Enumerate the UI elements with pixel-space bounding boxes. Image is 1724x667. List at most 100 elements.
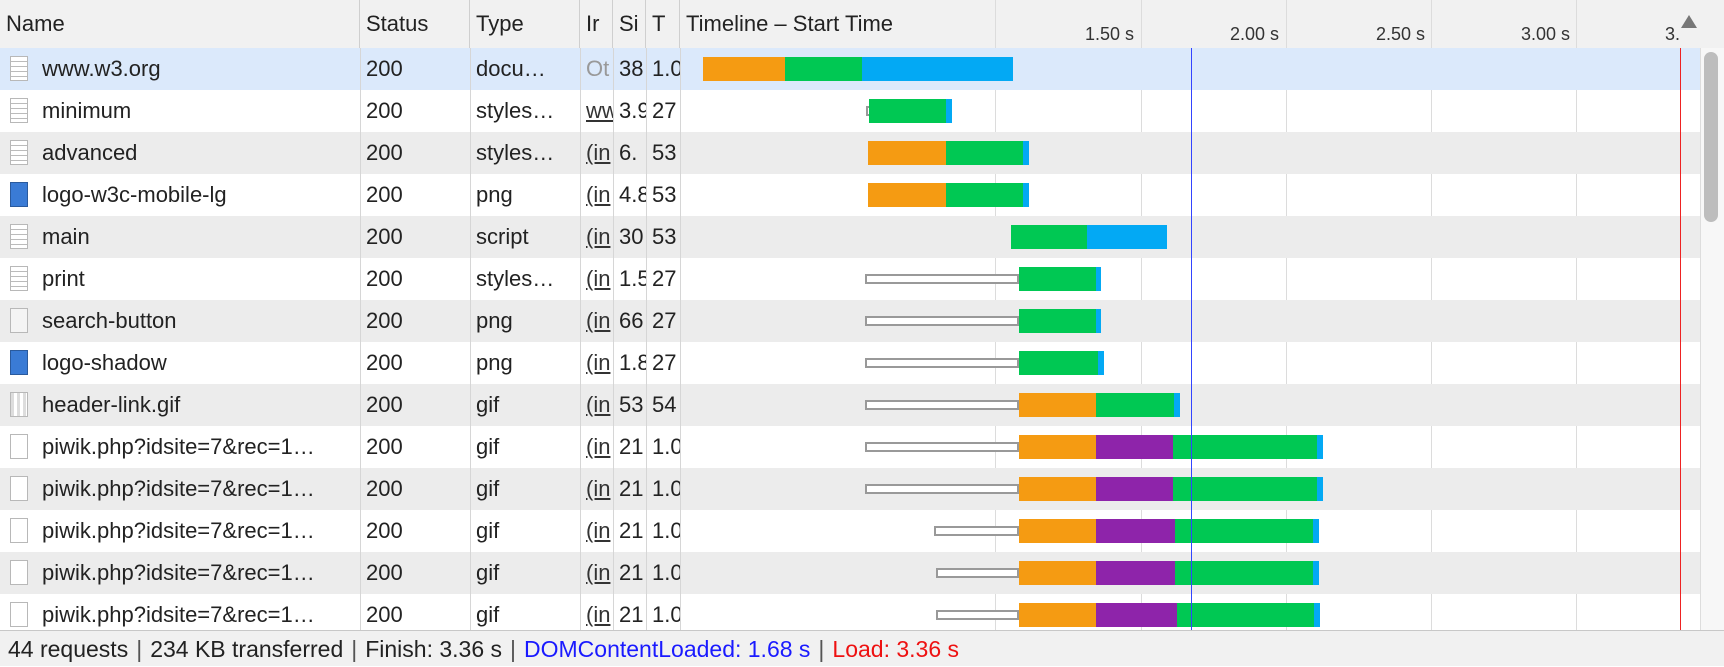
timeline-bar-wait[interactable] bbox=[865, 274, 1019, 284]
request-row[interactable]: main 200 script (in 30 53 bbox=[0, 216, 1700, 258]
request-initiator[interactable]: (in bbox=[580, 300, 613, 342]
scrollbar-thumb[interactable] bbox=[1704, 52, 1718, 222]
timeline-bar-download[interactable] bbox=[946, 99, 952, 123]
timeline-bar-waiting[interactable] bbox=[785, 57, 862, 81]
timeline-bar-connect[interactable] bbox=[1019, 477, 1096, 501]
column-header-size[interactable]: Si bbox=[613, 0, 646, 48]
timeline-bar-waiting[interactable] bbox=[1175, 561, 1313, 585]
request-row[interactable]: piwik.php?idsite=7&rec=1… 200 gif (in 21 1.0 bbox=[0, 594, 1700, 630]
request-row[interactable]: www.w3.org 200 docu… Ot 38 1.0 bbox=[0, 48, 1700, 90]
timeline-bar-waiting[interactable] bbox=[1011, 225, 1087, 249]
request-row[interactable]: piwik.php?idsite=7&rec=1… 200 gif (in 21 1.0 bbox=[0, 510, 1700, 552]
request-row[interactable]: print 200 styles… (in 1.5 27 bbox=[0, 258, 1700, 300]
timeline-bar-dns[interactable] bbox=[1096, 603, 1177, 627]
request-type: gif bbox=[476, 518, 500, 543]
column-divider bbox=[613, 48, 614, 630]
timeline-bar-download[interactable] bbox=[1317, 477, 1323, 501]
timeline-bar-wait[interactable] bbox=[865, 358, 1019, 368]
timeline-tick-label: 2.00 s bbox=[1230, 24, 1280, 44]
timeline-bar-waiting[interactable] bbox=[1177, 603, 1314, 627]
request-list: www.w3.org 200 docu… Ot 38 1.0 minimum 200 style… bbox=[0, 48, 1700, 630]
request-name: minimum bbox=[42, 98, 132, 123]
request-row[interactable]: piwik.php?idsite=7&rec=1… 200 gif (in 21 1.0 bbox=[0, 426, 1700, 468]
timeline-bar-dns[interactable] bbox=[1096, 561, 1175, 585]
column-divider bbox=[580, 48, 581, 630]
timeline-bar-download[interactable] bbox=[1023, 183, 1029, 207]
request-initiator[interactable]: (in bbox=[580, 216, 613, 258]
timeline-bar-wait[interactable] bbox=[865, 316, 1019, 326]
request-initiator[interactable]: (in bbox=[580, 258, 613, 300]
request-row[interactable]: logo-w3c-mobile-lg 200 png (in 4.8 53 bbox=[0, 174, 1700, 216]
timeline-bar-connect[interactable] bbox=[1019, 519, 1096, 543]
timeline-bar-download[interactable] bbox=[1098, 351, 1104, 375]
column-header-time[interactable]: T bbox=[646, 0, 680, 48]
request-row[interactable]: piwik.php?idsite=7&rec=1… 200 gif (in 21 1.0 bbox=[0, 552, 1700, 594]
timeline-bar-connect[interactable] bbox=[1019, 393, 1096, 417]
load-marker-line bbox=[1680, 48, 1681, 630]
request-initiator[interactable]: (in bbox=[580, 510, 613, 552]
timeline-bar-connect[interactable] bbox=[1019, 561, 1096, 585]
timeline-bar-download[interactable] bbox=[1174, 393, 1180, 417]
request-initiator[interactable]: (in bbox=[580, 342, 613, 384]
timeline-tick-label: 3. bbox=[1665, 24, 1681, 44]
timeline-bar-download[interactable] bbox=[1096, 309, 1101, 333]
timeline-bar-connect[interactable] bbox=[868, 183, 946, 207]
timeline-bar-connect[interactable] bbox=[1019, 435, 1096, 459]
timeline-bar-download[interactable] bbox=[862, 57, 1013, 81]
request-initiator[interactable]: (in bbox=[580, 426, 613, 468]
timeline-bar-download[interactable] bbox=[1313, 561, 1319, 585]
timeline-bar-download[interactable] bbox=[1096, 267, 1101, 291]
timeline-bar-download[interactable] bbox=[1313, 519, 1319, 543]
column-header-type[interactable]: Type bbox=[470, 0, 580, 48]
request-initiator[interactable]: (in bbox=[580, 552, 613, 594]
timeline-bar-wait[interactable] bbox=[865, 484, 1019, 494]
timeline-bar-wait[interactable] bbox=[936, 610, 1019, 620]
request-row[interactable]: minimum 200 styles… ww 3.9 27 bbox=[0, 90, 1700, 132]
timeline-bar-waiting[interactable] bbox=[1173, 435, 1317, 459]
column-header-name[interactable]: Name bbox=[0, 0, 360, 48]
request-initiator[interactable]: (in bbox=[580, 132, 613, 174]
timeline-bar-dns[interactable] bbox=[1096, 477, 1173, 501]
request-type: gif bbox=[476, 476, 500, 501]
request-initiator[interactable]: Ot bbox=[580, 48, 613, 90]
timeline-bar-dns[interactable] bbox=[1096, 519, 1175, 543]
request-time: 27 bbox=[652, 266, 677, 291]
timeline-bar-waiting[interactable] bbox=[1019, 351, 1098, 375]
timeline-bar-waiting[interactable] bbox=[1019, 267, 1096, 291]
timeline-bar-waiting[interactable] bbox=[1019, 309, 1096, 333]
request-status: 200 bbox=[366, 98, 403, 123]
request-row[interactable]: search-button 200 png (in 66 27 bbox=[0, 300, 1700, 342]
request-row[interactable]: advanced 200 styles… (in 6. 53 bbox=[0, 132, 1700, 174]
timeline-bar-dns[interactable] bbox=[1096, 435, 1173, 459]
request-row[interactable]: header-link.gif 200 gif (in 53 54 bbox=[0, 384, 1700, 426]
request-initiator[interactable]: (in bbox=[580, 174, 613, 216]
timeline-bar-connect[interactable] bbox=[868, 141, 946, 165]
request-status: 200 bbox=[366, 392, 403, 417]
timeline-bar-waiting[interactable] bbox=[869, 99, 946, 123]
timeline-bar-download[interactable] bbox=[1023, 141, 1029, 165]
timeline-bar-waiting[interactable] bbox=[1173, 477, 1317, 501]
timeline-bar-download[interactable] bbox=[1087, 225, 1167, 249]
timeline-bar-wait[interactable] bbox=[865, 400, 1019, 410]
sort-ascending-icon[interactable] bbox=[1681, 15, 1697, 28]
timeline-bar-waiting[interactable] bbox=[946, 183, 1023, 207]
request-initiator[interactable]: ww bbox=[580, 90, 613, 132]
timeline-bar-waiting[interactable] bbox=[1096, 393, 1174, 417]
timeline-bar-download[interactable] bbox=[1317, 435, 1323, 459]
request-initiator[interactable]: (in bbox=[580, 594, 613, 630]
request-size: 21 bbox=[619, 476, 644, 501]
timeline-bar-wait[interactable] bbox=[936, 568, 1019, 578]
column-header-initiator[interactable]: Ir bbox=[580, 0, 613, 48]
request-initiator[interactable]: (in bbox=[580, 384, 613, 426]
timeline-bar-waiting[interactable] bbox=[946, 141, 1023, 165]
timeline-bar-waiting[interactable] bbox=[1175, 519, 1313, 543]
timeline-bar-wait[interactable] bbox=[865, 442, 1019, 452]
timeline-bar-connect[interactable] bbox=[703, 57, 785, 81]
timeline-bar-download[interactable] bbox=[1314, 603, 1320, 627]
request-row[interactable]: logo-shadow 200 png (in 1.8 27 bbox=[0, 342, 1700, 384]
request-row[interactable]: piwik.php?idsite=7&rec=1… 200 gif (in 21 1.0 bbox=[0, 468, 1700, 510]
timeline-bar-wait[interactable] bbox=[934, 526, 1019, 536]
request-initiator[interactable]: (in bbox=[580, 468, 613, 510]
timeline-bar-connect[interactable] bbox=[1019, 603, 1096, 627]
column-header-status[interactable]: Status bbox=[360, 0, 470, 48]
